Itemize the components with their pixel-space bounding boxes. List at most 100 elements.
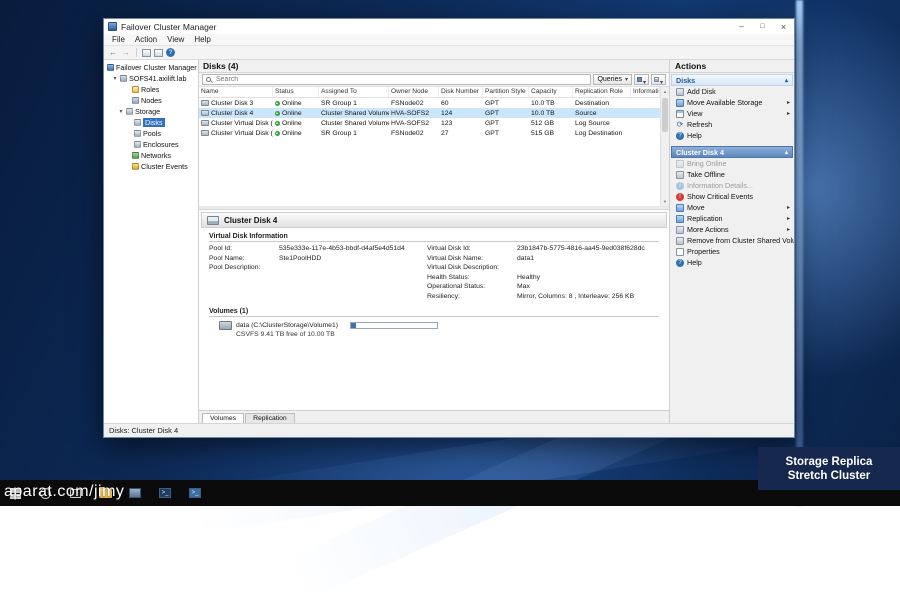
table-row[interactable]: Cluster Disk 3 Online SR Group 1 FSNode0… xyxy=(199,98,660,108)
back-icon[interactable] xyxy=(108,47,118,58)
menu-view[interactable]: View xyxy=(162,35,189,44)
help-icon[interactable] xyxy=(166,48,175,57)
cell-disk-number: 124 xyxy=(439,110,483,117)
action-label: Move Available Storage xyxy=(687,98,762,107)
table-row-selected[interactable]: Cluster Disk 4 Online Cluster Shared Vol… xyxy=(199,108,660,118)
action-help-2[interactable]: Help xyxy=(670,257,794,268)
powershell-button[interactable] xyxy=(150,480,180,506)
action-take-offline[interactable]: Take Offline xyxy=(670,169,794,180)
server-manager-button[interactable] xyxy=(120,480,150,506)
action-more-actions[interactable]: More Actions xyxy=(670,224,794,235)
column-header-replication-role[interactable]: Replication Role xyxy=(573,87,631,97)
search-input[interactable] xyxy=(214,75,587,84)
minimize-button[interactable] xyxy=(731,19,752,34)
cell-assigned-to: SR Group 1 xyxy=(319,100,389,107)
collapse-icon xyxy=(785,149,788,156)
tree-item-nodes[interactable]: Nodes xyxy=(104,95,198,106)
action-move[interactable]: Move xyxy=(670,202,794,213)
action-replication[interactable]: Replication xyxy=(670,213,794,224)
field-row: Pool Description: xyxy=(209,264,427,274)
action-label: Refresh xyxy=(687,120,712,129)
powershell-ise-button[interactable] xyxy=(180,480,210,506)
queries-dropdown[interactable]: Queries xyxy=(593,74,632,85)
tab-replication[interactable]: Replication xyxy=(245,413,295,423)
action-remove-from-csv[interactable]: Remove from Cluster Shared Volumes xyxy=(670,235,794,246)
volume-item[interactable]: data (C:\ClusterStorage\Volume1) xyxy=(209,321,659,330)
column-header-assigned-to[interactable]: Assigned To xyxy=(319,87,389,97)
column-header-name[interactable]: Name xyxy=(199,87,273,97)
tree-label: Cluster Events xyxy=(141,162,188,171)
column-header-status[interactable]: Status xyxy=(273,87,319,97)
actions-section-cluster-disk-4-header[interactable]: Cluster Disk 4 xyxy=(671,146,793,158)
tree-item-disks[interactable]: Disks xyxy=(104,117,198,128)
query-options-button[interactable] xyxy=(651,74,666,85)
search-box[interactable] xyxy=(202,74,591,85)
action-show-critical-events[interactable]: Show Critical Events xyxy=(670,191,794,202)
field-row: Resiliency: Mirror, Columns: 8 , Interle… xyxy=(427,293,659,303)
tree-label: Enclosures xyxy=(143,140,179,149)
tree-item-cluster-events[interactable]: Cluster Events xyxy=(104,161,198,172)
expand-collapse-icon[interactable] xyxy=(118,109,124,115)
action-properties[interactable]: Properties xyxy=(670,246,794,257)
cell-status: Online xyxy=(273,120,319,127)
tree-item-failover-cluster-manager[interactable]: Failover Cluster Manager xyxy=(104,62,198,73)
column-header-capacity[interactable]: Capacity xyxy=(529,87,573,97)
scrollbar-track[interactable] xyxy=(661,96,669,197)
disks-grid: Name Status Assigned To Owner Node Disk … xyxy=(199,87,660,206)
vertical-scrollbar[interactable] xyxy=(660,87,669,206)
action-label: Bring Online xyxy=(687,159,727,168)
show-console-tree-icon[interactable] xyxy=(142,49,151,57)
actions-section-disks-header[interactable]: Disks xyxy=(671,74,793,86)
scroll-up-icon[interactable] xyxy=(661,87,669,96)
action-label: Move xyxy=(687,203,705,212)
action-label: Help xyxy=(687,258,702,267)
action-view[interactable]: View xyxy=(670,108,794,119)
menu-help[interactable]: Help xyxy=(189,35,215,44)
export-list-icon[interactable] xyxy=(154,49,163,57)
move-icon xyxy=(676,204,684,212)
toolbar xyxy=(104,46,794,60)
scroll-down-icon[interactable] xyxy=(661,197,669,206)
table-row[interactable]: Cluster Virtual Disk (d) Online SR Group… xyxy=(199,128,660,138)
column-header-owner-node[interactable]: Owner Node xyxy=(389,87,439,97)
column-header-partition-style[interactable]: Partition Style xyxy=(483,87,529,97)
tree-item-roles[interactable]: Roles xyxy=(104,84,198,95)
column-header-disk-number[interactable]: Disk Number xyxy=(439,87,483,97)
search-row: Queries xyxy=(199,73,669,87)
action-move-available-storage[interactable]: Move Available Storage xyxy=(670,97,794,108)
action-help[interactable]: Help xyxy=(670,130,794,141)
expand-collapse-icon[interactable] xyxy=(112,76,118,82)
add-disk-icon xyxy=(676,88,684,96)
tree-item-networks[interactable]: Networks xyxy=(104,150,198,161)
field-row: Virtual Disk Id: 23b1847b-5775-4816-aa45… xyxy=(427,245,659,255)
server-manager-icon xyxy=(129,488,141,498)
tree-item-storage[interactable]: Storage xyxy=(104,106,198,117)
video-caption-box: Storage Replica Stretch Cluster xyxy=(758,447,900,490)
menu-file[interactable]: File xyxy=(107,35,130,44)
tree-label: Disks xyxy=(143,118,165,127)
tree-item-enclosures[interactable]: Enclosures xyxy=(104,139,198,150)
refresh-icon xyxy=(676,121,684,129)
close-button[interactable] xyxy=(773,19,794,34)
scrollbar-thumb[interactable] xyxy=(662,98,668,132)
tree-item-pools[interactable]: Pools xyxy=(104,128,198,139)
field-value: Healthy xyxy=(517,274,659,281)
save-query-button[interactable] xyxy=(634,74,649,85)
forward-icon[interactable] xyxy=(121,47,131,58)
tree-item-cluster[interactable]: SOFS41.axilift.lab xyxy=(104,73,198,84)
field-label: Operational Status: xyxy=(427,283,517,290)
cell-assigned-to: Cluster Shared Volume xyxy=(319,120,389,127)
cell-owner-node: FSNode02 xyxy=(389,100,439,107)
title-bar[interactable]: Failover Cluster Manager xyxy=(104,19,794,34)
action-add-disk[interactable]: Add Disk xyxy=(670,86,794,97)
column-header-information[interactable]: Information xyxy=(631,87,660,97)
maximize-button[interactable] xyxy=(752,19,773,34)
cell-assigned-to: SR Group 1 xyxy=(319,130,389,137)
table-row[interactable]: Cluster Virtual Disk (c) Online Cluster … xyxy=(199,118,660,128)
section-title: Cluster Disk 4 xyxy=(676,148,724,157)
section-title: Disks xyxy=(676,76,695,85)
tab-volumes[interactable]: Volumes xyxy=(202,413,244,423)
menu-action[interactable]: Action xyxy=(130,35,162,44)
disk-icon xyxy=(201,130,209,136)
action-refresh[interactable]: Refresh xyxy=(670,119,794,130)
